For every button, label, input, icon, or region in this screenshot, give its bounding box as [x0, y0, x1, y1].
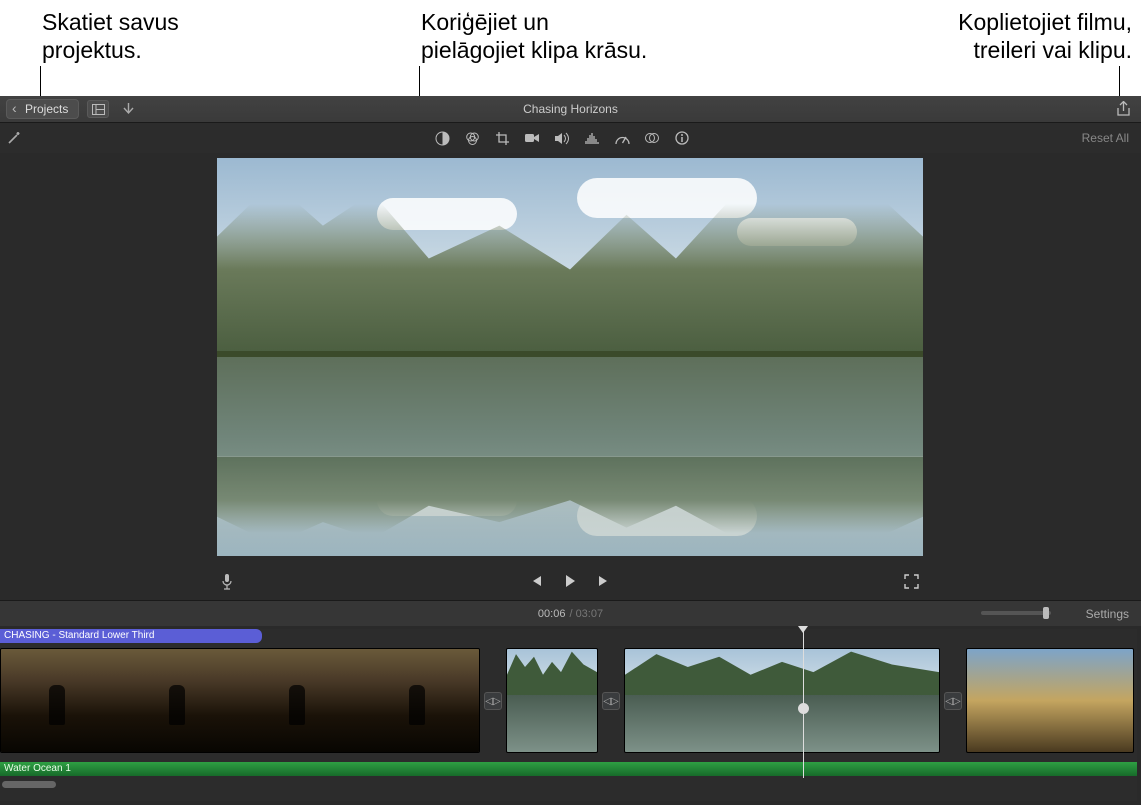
top-toolbar: Projects Chasing Horizons [0, 96, 1141, 123]
color-balance-button[interactable] [434, 130, 450, 146]
playhead[interactable] [803, 629, 804, 778]
fullscreen-icon [904, 574, 919, 589]
video-preview[interactable] [217, 158, 923, 556]
project-title: Chasing Horizons [523, 102, 618, 116]
reset-all-button[interactable]: Reset All [1082, 131, 1129, 145]
volume-button[interactable] [554, 130, 570, 146]
video-clip[interactable] [966, 648, 1134, 753]
speedometer-icon [615, 132, 630, 145]
stabilization-button[interactable] [524, 130, 540, 146]
magic-wand-icon [6, 130, 22, 146]
noise-reduction-button[interactable] [584, 130, 600, 146]
callout-color: Koriģējiet un pielāgojiet klipa krāsu. [421, 8, 647, 64]
video-clip[interactable] [0, 648, 480, 753]
equalizer-icon [585, 132, 599, 145]
filter-icon [645, 131, 659, 145]
video-clip[interactable] [624, 648, 940, 753]
play-icon [563, 574, 577, 588]
share-button[interactable] [1116, 101, 1131, 118]
color-correction-button[interactable] [464, 130, 480, 146]
transition-icon[interactable]: ◁▷ [944, 692, 962, 710]
crop-button[interactable] [494, 130, 510, 146]
callouts-area: Skatiet savus projektus. Koriģējiet un p… [0, 0, 1144, 96]
viewer-area: 00:06 / 03:07 Settings [0, 153, 1141, 629]
imovie-window: Projects Chasing Horizons [0, 96, 1141, 805]
clip-filter-button[interactable] [644, 130, 660, 146]
audio-clip[interactable]: Water Ocean 1 [0, 762, 1137, 776]
play-button[interactable] [563, 574, 577, 588]
current-time: 00:06 [538, 608, 566, 620]
callout-projects: Skatiet savus projektus. [42, 8, 179, 64]
crop-icon [495, 131, 510, 146]
download-arrow-icon [123, 103, 134, 116]
clip-info-button[interactable] [674, 130, 690, 146]
previous-button[interactable] [529, 574, 543, 588]
enhance-button[interactable] [6, 130, 22, 146]
video-clip[interactable] [506, 648, 598, 753]
adjust-toolbar: Reset All [0, 123, 1141, 153]
microphone-icon [221, 573, 233, 590]
adjust-tools [434, 130, 690, 146]
projects-label: Projects [25, 102, 68, 116]
import-button[interactable] [123, 103, 134, 116]
title-clip[interactable]: CHASING - Standard Lower Third [0, 629, 262, 643]
next-button[interactable] [597, 574, 611, 588]
callout-share: Koplietojiet filmu, treileri vai klipu. [958, 8, 1132, 64]
color-wheel-icon [465, 131, 480, 146]
next-icon [597, 574, 611, 588]
timeline[interactable]: CHASING - Standard Lower Third ◁▷ ◁▷ ◁▷ [0, 629, 1137, 801]
speed-button[interactable] [614, 130, 630, 146]
voiceover-button[interactable] [221, 573, 233, 590]
time-bar: 00:06 / 03:07 Settings [0, 600, 1141, 626]
color-balance-icon [435, 131, 450, 146]
duration-label: / 03:07 [569, 608, 603, 620]
projects-button[interactable]: Projects [6, 99, 79, 119]
camera-icon [524, 132, 540, 144]
timeline-scrollbar[interactable] [2, 781, 56, 788]
layout-button[interactable] [87, 100, 109, 118]
zoom-slider[interactable] [981, 611, 1051, 615]
transition-icon[interactable]: ◁▷ [602, 692, 620, 710]
previous-icon [529, 574, 543, 588]
transition-icon[interactable]: ◁▷ [484, 692, 502, 710]
fullscreen-button[interactable] [904, 574, 919, 589]
layout-icon [92, 104, 105, 115]
info-icon [675, 131, 689, 145]
timeline-settings-button[interactable]: Settings [1086, 607, 1129, 621]
share-icon [1116, 101, 1131, 118]
video-track: ◁▷ ◁▷ ◁▷ [0, 648, 1137, 753]
transport-controls [217, 566, 923, 596]
volume-icon [554, 132, 570, 145]
